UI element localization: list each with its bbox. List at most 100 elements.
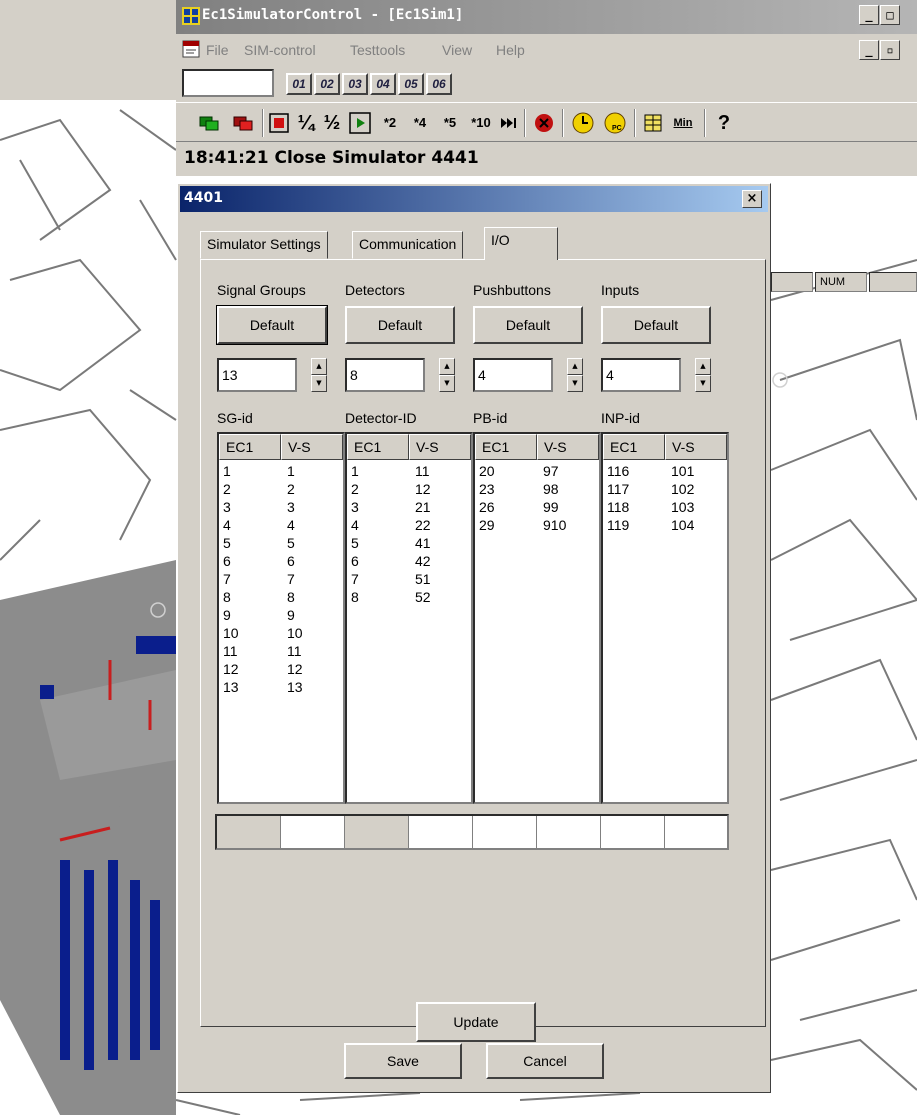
table-row[interactable]: 2 12	[347, 480, 471, 498]
min-button[interactable]: Min	[668, 109, 698, 137]
speed-x5-button[interactable]: *5	[438, 109, 462, 137]
spin-down-arrow-icon[interactable]: ▼	[439, 375, 455, 392]
save-button[interactable]: Save	[344, 1043, 462, 1079]
table-icon[interactable]	[642, 109, 664, 137]
table-row[interactable]: 11 11	[219, 642, 343, 660]
menu-view[interactable]: View	[442, 42, 472, 58]
table-row[interactable]: 8 8	[219, 588, 343, 606]
spin-up-arrow-icon[interactable]: ▲	[695, 358, 711, 375]
detectors-count-input[interactable]: 8	[345, 358, 425, 392]
minimize-button[interactable]: _	[859, 5, 879, 25]
column-header-ec1[interactable]: EC1	[219, 434, 281, 460]
cancel-button[interactable]: Cancel	[486, 1043, 604, 1079]
table-row[interactable]: 23 98	[475, 480, 599, 498]
table-row[interactable]: 1 1	[219, 462, 343, 480]
signal-groups-list[interactable]: EC1 V-S 1 1 2 2 3 3 4 4 5 5 6 6 7 7 8 8 …	[217, 432, 345, 804]
table-row[interactable]: 5 41	[347, 534, 471, 552]
table-row[interactable]: 20 97	[475, 462, 599, 480]
spin-up-arrow-icon[interactable]: ▲	[439, 358, 455, 375]
signal-groups-default-button[interactable]: Default	[216, 305, 328, 345]
spin-up-arrow-icon[interactable]: ▲	[311, 358, 327, 375]
pushbuttons-default-button[interactable]: Default	[473, 306, 583, 344]
tab-simulator-settings[interactable]: Simulator Settings	[200, 231, 328, 259]
sim-button-02[interactable]: 02	[314, 73, 340, 95]
signal-groups-spinner[interactable]: ▲ ▼	[311, 358, 327, 392]
signal-groups-count-input[interactable]: 13	[217, 358, 297, 392]
inputs-count-input[interactable]: 4	[601, 358, 681, 392]
tab-io[interactable]: I/O	[484, 227, 558, 260]
pushbuttons-count-input[interactable]: 4	[473, 358, 553, 392]
table-row[interactable]: 26 99	[475, 498, 599, 516]
table-row[interactable]: 29 910	[475, 516, 599, 534]
spin-down-arrow-icon[interactable]: ▼	[311, 375, 327, 392]
table-row[interactable]: 4 22	[347, 516, 471, 534]
spin-down-arrow-icon[interactable]: ▼	[567, 375, 583, 392]
help-icon[interactable]: ?	[712, 109, 736, 137]
menu-sim-control[interactable]: SIM-control	[244, 42, 316, 58]
sim-button-06[interactable]: 06	[426, 73, 452, 95]
column-header-ec1[interactable]: EC1	[347, 434, 409, 460]
detectors-spinner[interactable]: ▲ ▼	[439, 358, 455, 392]
column-header-vs[interactable]: V-S	[537, 434, 599, 460]
speed-x10-button[interactable]: *10	[466, 109, 496, 137]
menu-help[interactable]: Help	[496, 42, 525, 58]
table-row[interactable]: 119 104	[603, 516, 727, 534]
speed-half-button[interactable]: ½	[320, 109, 344, 137]
table-row[interactable]: 6 42	[347, 552, 471, 570]
child-minimize-button[interactable]: _	[859, 40, 879, 60]
inputs-spinner[interactable]: ▲ ▼	[695, 358, 711, 392]
maximize-button[interactable]: □	[880, 5, 900, 25]
table-row[interactable]: 10 10	[219, 624, 343, 642]
inputs-list[interactable]: EC1 V-S 116 101 117 102 118 103 119 104	[601, 432, 729, 804]
table-row[interactable]: 1 11	[347, 462, 471, 480]
table-row[interactable]: 13 13	[219, 678, 343, 696]
play-icon[interactable]	[348, 109, 372, 137]
table-row[interactable]: 116 101	[603, 462, 727, 480]
speed-x2-button[interactable]: *2	[378, 109, 402, 137]
sim-button-03[interactable]: 03	[342, 73, 368, 95]
menu-file[interactable]: File	[206, 42, 229, 58]
green-layers-icon[interactable]	[198, 109, 222, 137]
spin-up-arrow-icon[interactable]: ▲	[567, 358, 583, 375]
sim-button-01[interactable]: 01	[286, 73, 312, 95]
column-header-vs[interactable]: V-S	[665, 434, 727, 460]
table-row[interactable]: 118 103	[603, 498, 727, 516]
table-row[interactable]: 7 7	[219, 570, 343, 588]
simulator-input[interactable]	[182, 69, 274, 97]
table-row[interactable]: 3 21	[347, 498, 471, 516]
column-header-vs[interactable]: V-S	[281, 434, 343, 460]
table-row[interactable]: 117 102	[603, 480, 727, 498]
skip-end-icon[interactable]	[498, 109, 520, 137]
table-row[interactable]: 4 4	[219, 516, 343, 534]
table-row[interactable]: 7 51	[347, 570, 471, 588]
table-row[interactable]: 6 6	[219, 552, 343, 570]
column-header-ec1[interactable]: EC1	[475, 434, 537, 460]
detectors-list[interactable]: EC1 V-S 1 11 2 12 3 21 4 22 5 41 6 42 7 …	[345, 432, 473, 804]
table-row[interactable]: 8 52	[347, 588, 471, 606]
sim-button-05[interactable]: 05	[398, 73, 424, 95]
column-header-vs[interactable]: V-S	[409, 434, 471, 460]
spin-down-arrow-icon[interactable]: ▼	[695, 375, 711, 392]
tab-communication[interactable]: Communication	[352, 231, 464, 259]
speed-x4-button[interactable]: *4	[408, 109, 432, 137]
pushbuttons-list[interactable]: EC1 V-S 20 97 23 98 26 99 29 910	[473, 432, 601, 804]
close-red-icon[interactable]	[532, 109, 556, 137]
sim-button-04[interactable]: 04	[370, 73, 396, 95]
table-row[interactable]: 9 9	[219, 606, 343, 624]
column-header-ec1[interactable]: EC1	[603, 434, 665, 460]
speed-quarter-button[interactable]: ¼	[294, 109, 318, 137]
table-row[interactable]: 2 2	[219, 480, 343, 498]
dialog-close-button[interactable]: ×	[742, 190, 762, 208]
clock-pc-icon[interactable]: PC	[602, 109, 628, 137]
inputs-default-button[interactable]: Default	[601, 306, 711, 344]
detectors-default-button[interactable]: Default	[345, 306, 455, 344]
clock-icon[interactable]	[570, 109, 596, 137]
menu-testtools[interactable]: Testtools	[350, 42, 405, 58]
table-row[interactable]: 5 5	[219, 534, 343, 552]
update-button[interactable]: Update	[416, 1002, 536, 1042]
red-layers-icon[interactable]	[232, 109, 256, 137]
child-restore-button[interactable]: ▫	[880, 40, 900, 60]
pushbuttons-spinner[interactable]: ▲ ▼	[567, 358, 583, 392]
stop-icon[interactable]	[268, 109, 290, 137]
table-row[interactable]: 3 3	[219, 498, 343, 516]
